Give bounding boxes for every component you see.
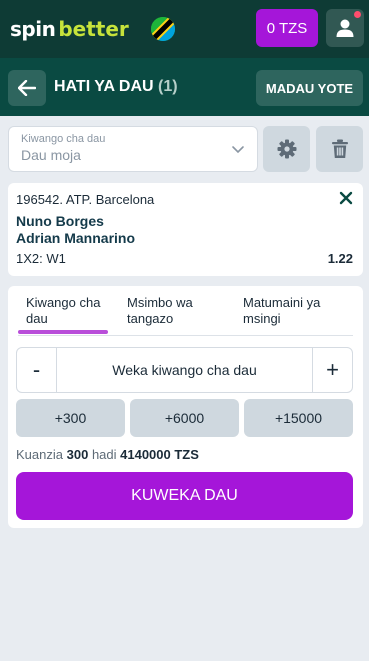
bet-market: 1X2: W1 bbox=[16, 251, 66, 266]
stake-tabs: Kiwango cha dau Msimbo wa tangazo Matuma… bbox=[8, 286, 363, 336]
quick-amounts: +300 +6000 +15000 bbox=[16, 399, 353, 437]
active-tab-indicator bbox=[18, 330, 108, 334]
quick-amount-button[interactable]: +15000 bbox=[244, 399, 353, 437]
close-icon bbox=[339, 191, 353, 205]
top-bar: spin better 0 TZS bbox=[0, 0, 369, 58]
bet-count: (1) bbox=[158, 78, 178, 95]
balance-button[interactable]: 0 TZS bbox=[256, 9, 318, 47]
back-button[interactable] bbox=[8, 70, 46, 106]
quick-amount-button[interactable]: +300 bbox=[16, 399, 125, 437]
stake-range: Kuanzia 300 hadi 4140000 TZS bbox=[16, 447, 199, 462]
tanzania-flag-icon[interactable] bbox=[150, 17, 175, 41]
stake-type-row: Kiwango cha dau Dau moja bbox=[8, 124, 363, 174]
stake-type-select[interactable]: Kiwango cha dau Dau moja bbox=[8, 126, 258, 172]
delete-button[interactable] bbox=[316, 126, 363, 172]
tab-label-line2: dau bbox=[26, 311, 48, 326]
team-1: Nuno Borges bbox=[16, 213, 104, 229]
stake-type-label: Kiwango cha dau bbox=[21, 133, 106, 145]
stake-panel: Kiwango cha dau Msimbo wa tangazo Matuma… bbox=[8, 286, 363, 528]
range-prefix: Kuanzia bbox=[16, 447, 63, 462]
all-bets-button[interactable]: MADAU YOTE bbox=[256, 70, 363, 106]
tab-promo-code[interactable]: Msimbo wa tangazo bbox=[127, 295, 193, 327]
remove-bet-button[interactable] bbox=[339, 191, 353, 210]
chevron-down-icon bbox=[232, 146, 244, 154]
logo-better: better bbox=[58, 17, 129, 41]
page-title: HATI YA DAU (1) bbox=[54, 78, 178, 96]
range-min: 300 bbox=[66, 447, 89, 462]
tab-stake-amount[interactable]: Kiwango cha dau bbox=[26, 295, 100, 327]
logo-spin: spin bbox=[10, 17, 56, 41]
logo[interactable]: spin better bbox=[10, 17, 129, 41]
quick-amount-button[interactable]: +6000 bbox=[130, 399, 239, 437]
trash-icon bbox=[331, 139, 348, 158]
place-bet-button[interactable]: KUWEKA DAU bbox=[16, 472, 353, 520]
tab-label-line2: tangazo bbox=[127, 311, 174, 326]
tab-label-line1: Msimbo wa bbox=[127, 295, 193, 310]
stake-type-value: Dau moja bbox=[21, 147, 81, 163]
tab-label-line1: Kiwango cha bbox=[26, 295, 101, 310]
stake-stepper: - + bbox=[16, 347, 353, 393]
increase-stake-button[interactable]: + bbox=[312, 348, 352, 392]
bet-card: 196542. ATP. Barcelona Nuno Borges Adria… bbox=[8, 183, 363, 276]
bet-event: 196542. ATP. Barcelona bbox=[16, 192, 155, 207]
settings-button[interactable] bbox=[263, 126, 310, 172]
tabs-divider bbox=[18, 335, 353, 336]
user-account-button[interactable] bbox=[326, 9, 364, 47]
decrease-stake-button[interactable]: - bbox=[17, 348, 57, 392]
tab-label-line2: msingi bbox=[243, 311, 281, 326]
bet-odds: 1.22 bbox=[327, 251, 353, 266]
tab-advance-bet[interactable]: Matumaini ya msingi bbox=[243, 295, 320, 327]
arrow-left-icon bbox=[18, 80, 36, 96]
stake-amount-input[interactable] bbox=[57, 348, 312, 392]
betslip-header: HATI YA DAU (1) MADAU YOTE bbox=[0, 58, 369, 116]
user-icon bbox=[336, 19, 354, 37]
range-max: 4140000 TZS bbox=[120, 447, 199, 462]
range-mid: hadi bbox=[91, 447, 117, 462]
notification-dot bbox=[354, 11, 361, 18]
tab-label-line1: Matumaini ya bbox=[243, 295, 321, 310]
team-2: Adrian Mannarino bbox=[16, 230, 136, 246]
page-title-text: HATI YA DAU bbox=[54, 78, 154, 95]
gear-icon bbox=[277, 139, 296, 159]
